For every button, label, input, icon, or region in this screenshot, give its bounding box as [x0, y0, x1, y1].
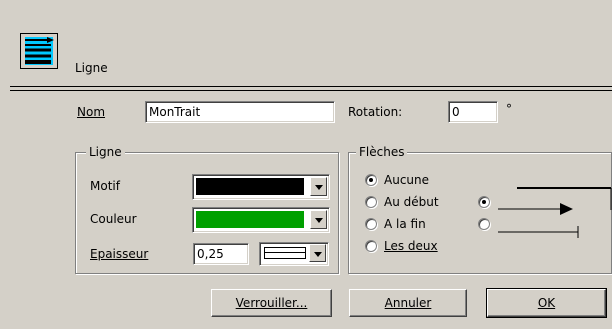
- annuler-button[interactable]: Annuler: [349, 289, 467, 317]
- header-divider-2: [10, 90, 612, 91]
- fleches-group-title: Flèches: [356, 145, 408, 159]
- header-title: Ligne: [75, 61, 108, 75]
- ok-button[interactable]: OK: [486, 288, 607, 318]
- couleur-dropdown[interactable]: [192, 207, 330, 233]
- radio-au-debut-label[interactable]: Au début: [384, 194, 439, 210]
- couleur-label: Couleur: [90, 212, 137, 226]
- radio-preview-end[interactable]: [478, 218, 490, 230]
- epaisseur-input[interactable]: [193, 243, 249, 265]
- radio-aucune-label[interactable]: Aucune: [384, 172, 429, 188]
- arrow-previews: [498, 187, 612, 238]
- chevron-down-icon[interactable]: [309, 244, 326, 262]
- motif-swatch: [196, 178, 304, 195]
- header-divider: [10, 86, 612, 87]
- rotation-input[interactable]: [448, 101, 498, 123]
- nom-label: Nom: [77, 105, 106, 119]
- rotation-label: Rotation:: [348, 105, 403, 119]
- line-style-preview: [264, 247, 306, 259]
- ligne-group-title: Ligne: [86, 145, 125, 159]
- degree-unit: °: [506, 102, 512, 116]
- motif-label: Motif: [90, 179, 120, 193]
- chevron-down-icon[interactable]: [310, 210, 327, 229]
- couleur-swatch: [196, 211, 304, 228]
- radio-a-la-fin[interactable]: [365, 218, 377, 230]
- radio-les-deux[interactable]: [365, 240, 377, 252]
- line-style-dropdown[interactable]: [259, 242, 329, 266]
- chevron-down-icon[interactable]: [310, 177, 327, 196]
- radio-les-deux-label[interactable]: Les deux: [384, 238, 438, 254]
- motif-dropdown[interactable]: [192, 174, 330, 200]
- epaisseur-label: Epaisseur: [90, 247, 149, 261]
- radio-preview-start[interactable]: [478, 196, 490, 208]
- nom-input[interactable]: [145, 101, 335, 123]
- arrowhead-icon: [560, 203, 573, 215]
- verrouiller-button[interactable]: Verrouiller...: [211, 289, 332, 317]
- radio-aucune[interactable]: [365, 174, 377, 186]
- radio-au-debut[interactable]: [365, 196, 377, 208]
- radio-a-la-fin-label[interactable]: A la fin: [384, 216, 426, 232]
- line-style-icon: [20, 33, 58, 69]
